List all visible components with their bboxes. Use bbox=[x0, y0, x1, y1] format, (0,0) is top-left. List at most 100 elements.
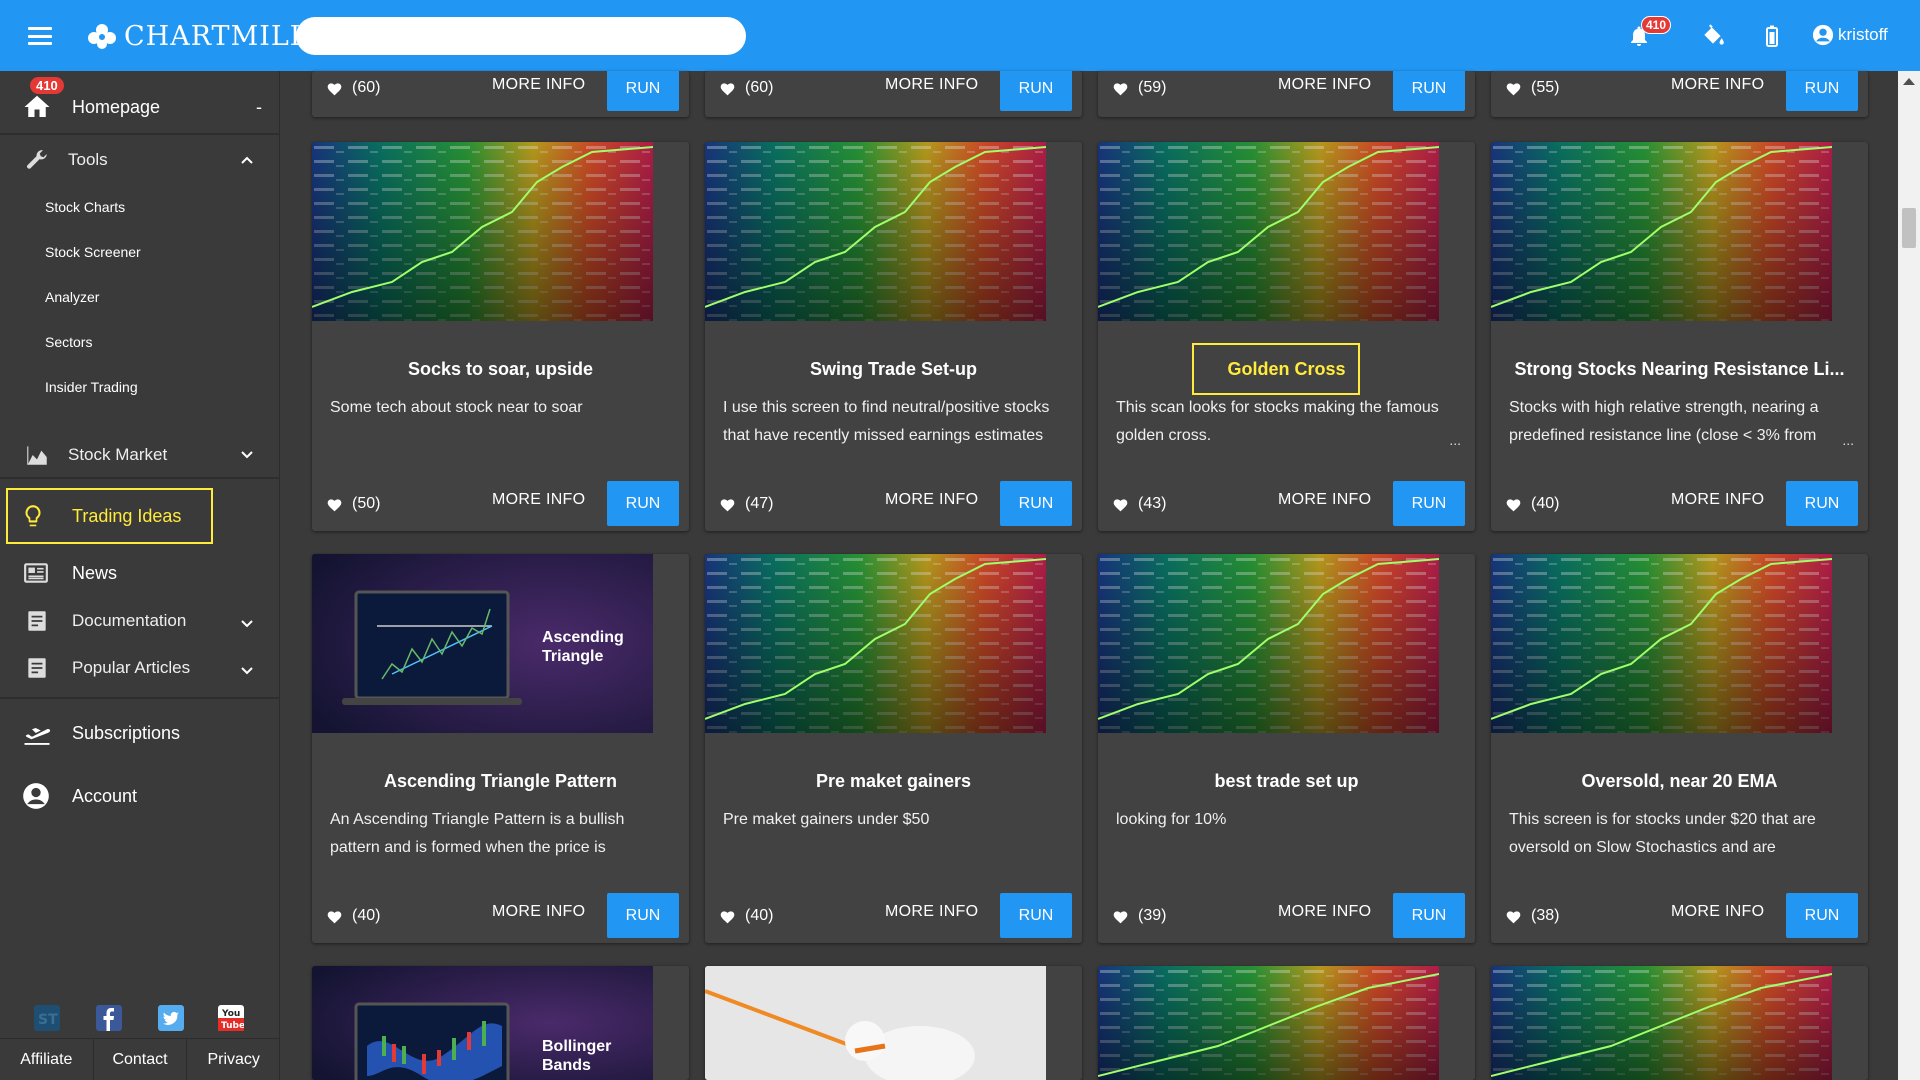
run-button[interactable]: RUN bbox=[607, 481, 679, 526]
chartmill-logo[interactable]: CHARTMILL bbox=[84, 18, 309, 54]
more-info-button[interactable]: MORE INFO bbox=[1278, 76, 1371, 94]
sidebar-item-subscriptions[interactable]: Subscriptions bbox=[0, 713, 280, 753]
more-info-button[interactable]: MORE INFO bbox=[492, 903, 585, 921]
sidebar-item-popular-articles[interactable]: Popular Articles bbox=[0, 648, 280, 688]
sidebar-item-news[interactable]: News bbox=[0, 553, 280, 593]
youtube-icon[interactable]: You Tube bbox=[218, 1005, 245, 1031]
likes-count: (43) bbox=[1138, 495, 1167, 512]
card-image[interactable] bbox=[1098, 554, 1439, 733]
run-button[interactable]: RUN bbox=[1000, 71, 1072, 111]
heart-icon[interactable] bbox=[1505, 909, 1522, 924]
run-button[interactable]: RUN bbox=[607, 893, 679, 938]
run-button[interactable]: RUN bbox=[1000, 893, 1072, 938]
card-title[interactable]: Swing Trade Set-up bbox=[715, 359, 1072, 380]
homepage-toggle[interactable]: - bbox=[256, 97, 262, 118]
run-button[interactable]: RUN bbox=[1393, 481, 1465, 526]
card-image[interactable] bbox=[705, 142, 1046, 321]
card-title[interactable]: Pre maket gainers bbox=[715, 771, 1072, 792]
search-input[interactable] bbox=[296, 17, 746, 55]
card-title[interactable]: Socks to soar, upside bbox=[322, 359, 679, 380]
menu-icon[interactable] bbox=[28, 27, 52, 45]
chevron-up-icon[interactable] bbox=[240, 153, 254, 167]
heart-icon[interactable] bbox=[326, 909, 343, 924]
card-title[interactable]: best trade set up bbox=[1108, 771, 1465, 792]
stocktwits-icon[interactable]: ST bbox=[34, 1005, 60, 1031]
heart-icon[interactable] bbox=[719, 909, 736, 924]
likes-count: (50) bbox=[352, 495, 381, 512]
run-button[interactable]: RUN bbox=[1786, 893, 1858, 938]
more-info-button[interactable]: MORE INFO bbox=[1278, 491, 1371, 509]
sidebar-subitem-stock-charts[interactable]: Stock Charts bbox=[45, 199, 125, 215]
facebook-icon[interactable] bbox=[96, 1005, 122, 1031]
sidebar-item-documentation[interactable]: Documentation bbox=[0, 601, 280, 641]
card-title[interactable]: Golden Cross bbox=[1108, 359, 1465, 380]
heart-icon[interactable] bbox=[719, 497, 736, 512]
heart-icon[interactable] bbox=[326, 497, 343, 512]
svg-text:Tube: Tube bbox=[221, 1021, 244, 1031]
run-button[interactable]: RUN bbox=[607, 71, 679, 111]
card-title[interactable]: Ascending Triangle Pattern bbox=[322, 771, 679, 792]
sidebar-subitem-stock-screener[interactable]: Stock Screener bbox=[45, 244, 141, 260]
paint-bucket-icon[interactable] bbox=[1700, 20, 1732, 52]
heart-icon[interactable] bbox=[1112, 497, 1129, 512]
heart-icon[interactable] bbox=[1112, 81, 1129, 96]
more-info-button[interactable]: MORE INFO bbox=[1671, 903, 1764, 921]
more-info-button[interactable]: MORE INFO bbox=[885, 76, 978, 94]
heart-icon[interactable] bbox=[1112, 909, 1129, 924]
sidebar-subitem-insider-trading[interactable]: Insider Trading bbox=[45, 379, 138, 395]
card-image[interactable] bbox=[1098, 142, 1439, 321]
more-info-button[interactable]: MORE INFO bbox=[885, 491, 978, 509]
privacy-link[interactable]: Privacy bbox=[187, 1039, 280, 1080]
more-info-button[interactable]: MORE INFO bbox=[1278, 903, 1371, 921]
sidebar-item-homepage[interactable]: 410 Homepage - bbox=[0, 77, 280, 125]
scrollbar-thumb[interactable] bbox=[1902, 208, 1916, 248]
run-button[interactable]: RUN bbox=[1393, 71, 1465, 111]
chevron-down-icon[interactable] bbox=[240, 617, 254, 631]
run-button[interactable]: RUN bbox=[1393, 893, 1465, 938]
sidebar-item-stock-market[interactable]: Stock Market bbox=[0, 438, 280, 472]
run-button[interactable]: RUN bbox=[1786, 481, 1858, 526]
scroll-up-arrow-icon[interactable] bbox=[1903, 78, 1915, 85]
card-image[interactable] bbox=[1491, 142, 1832, 321]
heart-icon[interactable] bbox=[719, 81, 736, 96]
more-info-button[interactable]: MORE INFO bbox=[492, 491, 585, 509]
card-image[interactable] bbox=[1491, 966, 1832, 1080]
card-image[interactable] bbox=[705, 966, 1046, 1080]
trading-idea-card: Golden Cross This scan looks for stocks … bbox=[1098, 142, 1475, 531]
more-info-button[interactable]: MORE INFO bbox=[885, 903, 978, 921]
notifications-bell-icon[interactable]: 410 bbox=[1627, 16, 1672, 52]
card-image[interactable] bbox=[1491, 554, 1832, 733]
likes-count: (55) bbox=[1531, 79, 1560, 96]
card-image[interactable] bbox=[705, 554, 1046, 733]
chevron-down-icon[interactable] bbox=[240, 448, 254, 462]
heart-icon[interactable] bbox=[1505, 81, 1522, 96]
card-title[interactable]: Strong Stocks Nearing Resistance Li... bbox=[1501, 359, 1858, 380]
card-title[interactable]: Oversold, near 20 EMA bbox=[1501, 771, 1858, 792]
run-button[interactable]: RUN bbox=[1000, 481, 1072, 526]
chevron-down-icon[interactable] bbox=[240, 664, 254, 678]
heart-icon[interactable] bbox=[326, 81, 343, 96]
image-label: Ascending bbox=[542, 629, 624, 646]
twitter-icon[interactable] bbox=[158, 1005, 184, 1031]
trading-idea-card: best trade set up looking for 10% (39) M… bbox=[1098, 554, 1475, 943]
sidebar-subitem-analyzer[interactable]: Analyzer bbox=[45, 289, 99, 305]
heart-icon[interactable] bbox=[1505, 497, 1522, 512]
sidebar-footer: Affiliate Contact Privacy bbox=[0, 1038, 280, 1080]
sidebar-item-account[interactable]: Account bbox=[0, 776, 280, 816]
user-menu[interactable]: kristoff bbox=[1812, 24, 1888, 46]
card-image[interactable]: Bollinger Bands bbox=[312, 966, 653, 1080]
card-footer: (55) MORE INFO RUN bbox=[1491, 71, 1868, 116]
card-image[interactable] bbox=[312, 142, 653, 321]
contact-link[interactable]: Contact bbox=[94, 1039, 188, 1080]
battery-icon[interactable] bbox=[1760, 20, 1792, 52]
more-info-button[interactable]: MORE INFO bbox=[492, 76, 585, 94]
more-info-button[interactable]: MORE INFO bbox=[1671, 491, 1764, 509]
card-image[interactable]: Ascending Triangle bbox=[312, 554, 653, 733]
run-button[interactable]: RUN bbox=[1786, 71, 1858, 111]
sidebar-item-trading-ideas[interactable]: Trading Ideas bbox=[0, 491, 280, 541]
sidebar-item-tools[interactable]: Tools bbox=[0, 143, 280, 177]
sidebar-subitem-sectors[interactable]: Sectors bbox=[45, 334, 92, 350]
affiliate-link[interactable]: Affiliate bbox=[0, 1039, 94, 1080]
more-info-button[interactable]: MORE INFO bbox=[1671, 76, 1764, 94]
card-image[interactable] bbox=[1098, 966, 1439, 1080]
